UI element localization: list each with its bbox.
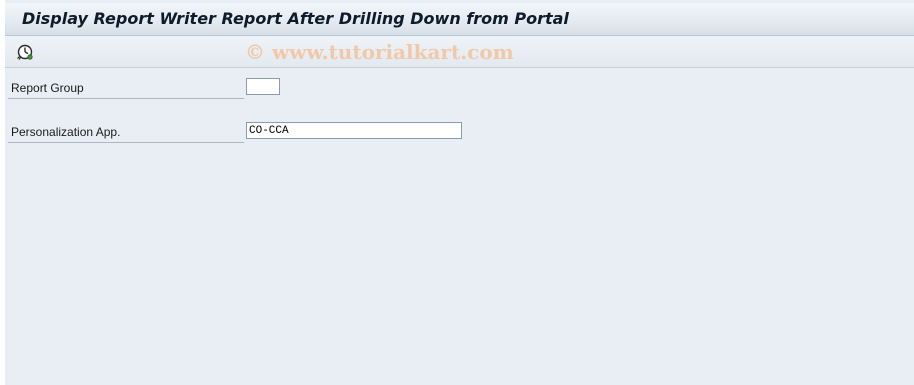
report-group-input[interactable] xyxy=(246,78,280,95)
application-toolbar: © www.tutorialkart.com xyxy=(5,36,914,68)
report-group-row: Report Group xyxy=(8,76,468,99)
watermark-text: © www.tutorialkart.com xyxy=(245,40,514,64)
execute-clock-icon xyxy=(17,44,33,60)
selection-screen: Report Group Personalization App. xyxy=(5,68,914,385)
sap-window: Display Report Writer Report After Drill… xyxy=(0,0,914,385)
report-group-underline xyxy=(8,98,244,99)
execute-button[interactable] xyxy=(15,42,35,62)
personalization-app-input[interactable] xyxy=(246,122,462,139)
personalization-app-label: Personalization App. xyxy=(11,125,121,139)
report-group-label: Report Group xyxy=(11,81,84,95)
personalization-app-row: Personalization App. xyxy=(8,120,468,143)
personalization-app-underline xyxy=(8,142,244,143)
page-title: Display Report Writer Report After Drill… xyxy=(22,9,569,28)
title-bar: Display Report Writer Report After Drill… xyxy=(5,3,914,36)
